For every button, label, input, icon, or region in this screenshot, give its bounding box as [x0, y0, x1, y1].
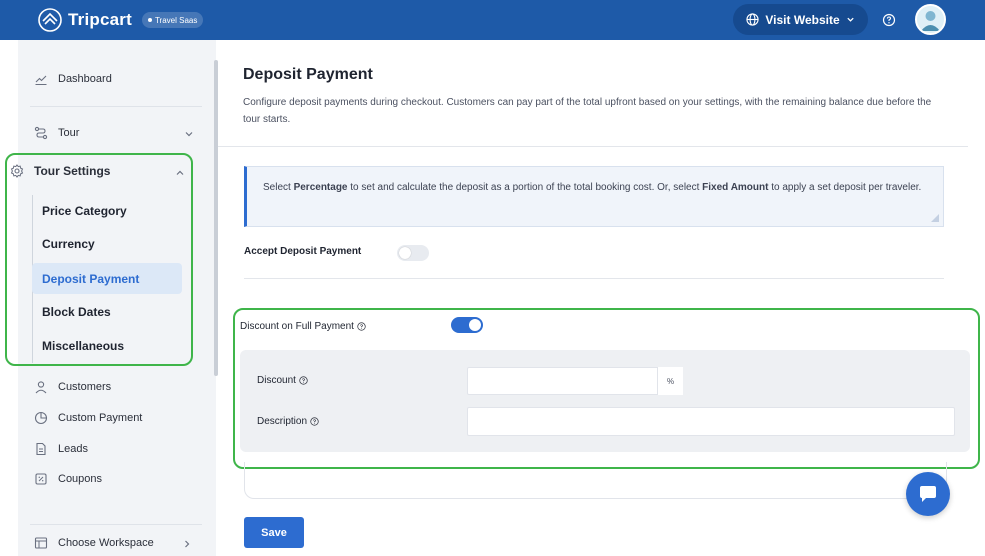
sidebar-item-customers[interactable]: Customers [34, 380, 111, 394]
divider [218, 146, 968, 147]
page-description: Configure deposit payments during checko… [243, 97, 932, 125]
divider [30, 524, 202, 525]
coupon-icon [35, 473, 47, 485]
plan-badge: Travel Saas [141, 12, 204, 28]
sidebar-scrollbar[interactable] [214, 60, 218, 376]
sidebar-item-label: Custom Payment [58, 412, 143, 424]
document-icon [36, 442, 46, 456]
plan-badge-label: Travel Saas [154, 15, 198, 25]
page-title: Deposit Payment [243, 66, 373, 83]
trend-chart-icon [35, 75, 47, 86]
resize-handle-icon[interactable] [930, 213, 939, 222]
pie-chart-icon [34, 411, 48, 425]
sidebar-item-custom-payment[interactable]: Custom Payment [34, 411, 142, 425]
sidebar-item-label: Dashboard [58, 73, 112, 85]
info-box: Select Percentage to set and calculate t… [244, 166, 944, 227]
sidebar-item-coupons[interactable]: Coupons [34, 472, 102, 486]
info-text: to set and calculate the deposit as a po… [347, 182, 703, 193]
route-icon [34, 126, 48, 140]
chat-bubble-icon [920, 486, 936, 502]
ghost-field [244, 462, 947, 499]
globe-icon [746, 13, 760, 26]
brand-name: Tripcart [68, 10, 132, 29]
sidebar-item-label: Tour [58, 127, 80, 139]
logo[interactable]: Tripcart Travel Saas [38, 8, 204, 32]
top-bar: Tripcart Travel Saas Visit Website [0, 0, 985, 40]
visit-website-label: Visit Website [765, 12, 840, 27]
chevron-down-icon[interactable] [184, 129, 194, 139]
info-text: to apply a set deposit per traveler. [768, 182, 922, 193]
workspace-icon [34, 537, 48, 549]
accept-deposit-label: Accept Deposit Payment [244, 246, 362, 257]
divider [30, 106, 202, 107]
chevron-right-icon[interactable] [182, 539, 192, 549]
sidebar-item-tour[interactable]: Tour [34, 126, 79, 140]
user-icon [35, 381, 47, 394]
user-avatar[interactable] [915, 4, 946, 35]
chevron-down-icon [846, 17, 854, 22]
sidebar-item-label: Coupons [58, 473, 103, 485]
tripcart-logo-icon [38, 8, 62, 32]
choose-workspace[interactable]: Choose Workspace [34, 536, 154, 550]
avatar-image [917, 6, 944, 33]
chat-button[interactable] [906, 472, 950, 516]
accept-deposit-toggle[interactable] [397, 245, 429, 261]
sidebar-item-label: Customers [58, 381, 112, 393]
sidebar-item-leads[interactable]: Leads [34, 442, 88, 456]
discount-highlight-box [233, 308, 980, 469]
sidebar-highlight-box [5, 153, 193, 366]
help-icon[interactable] [882, 13, 896, 27]
sidebar-item-dashboard[interactable]: Dashboard [34, 72, 112, 86]
info-text: Select [263, 182, 294, 193]
divider [244, 278, 944, 279]
info-text-percentage: Percentage [293, 182, 348, 193]
visit-website-button[interactable]: Visit Website [733, 4, 868, 35]
sidebar-item-label: Choose Workspace [58, 537, 154, 549]
info-text-fixed-amount: Fixed Amount [702, 182, 769, 193]
save-button[interactable]: Save [244, 517, 304, 548]
sidebar-item-label: Leads [58, 443, 88, 455]
